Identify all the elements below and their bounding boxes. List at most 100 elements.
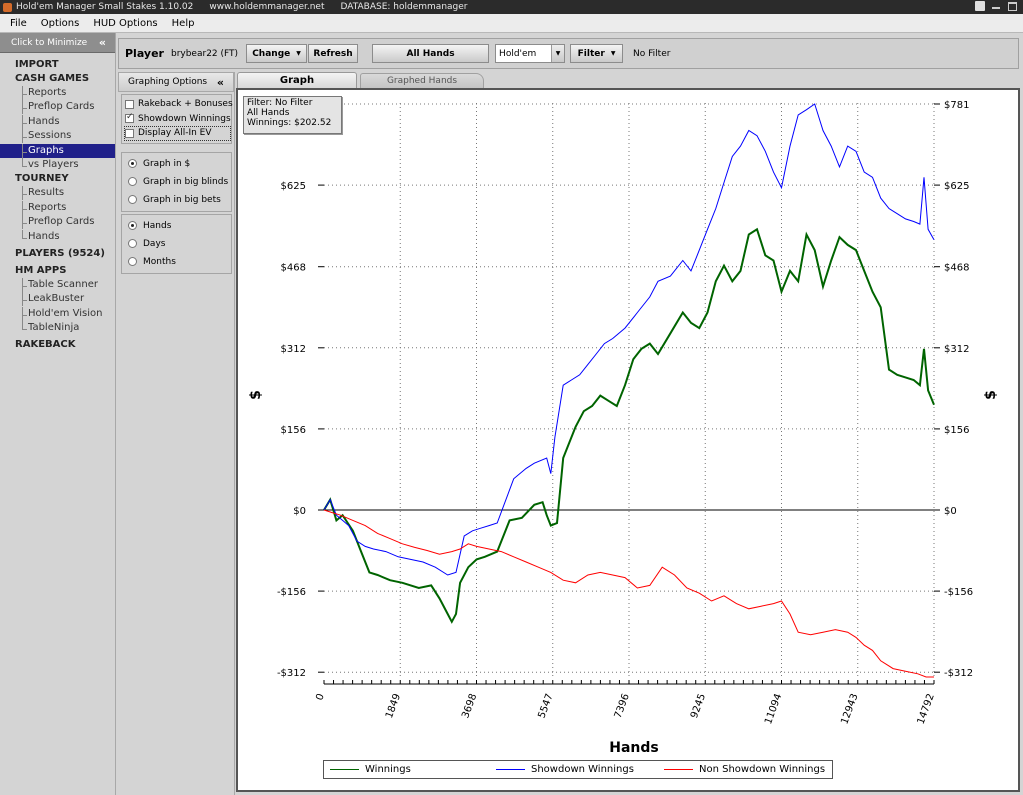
- x-hands-row[interactable]: Hands: [125, 217, 231, 235]
- showdown-checkbox[interactable]: [125, 112, 134, 124]
- sidebar-item-tourney-results[interactable]: Results: [0, 186, 115, 201]
- allin-ev-label: Display All-In EV: [138, 128, 212, 139]
- y-tick-label-left: $156: [281, 425, 306, 436]
- chevron-down-icon[interactable]: ▼: [551, 45, 565, 62]
- y-tick-label-left: $625: [281, 181, 306, 192]
- sidebar-players[interactable]: PLAYERS (9524): [0, 247, 115, 261]
- sidebar-item-tableninja[interactable]: TableNinja: [0, 321, 115, 335]
- menu-file[interactable]: File: [10, 18, 27, 29]
- menu-bar: File Options HUD Options Help: [0, 14, 1023, 33]
- y-tick-label-right: $781: [944, 100, 969, 111]
- tab-graphed-hands[interactable]: Graphed Hands: [360, 73, 484, 88]
- filter-button[interactable]: Filter ▼: [570, 44, 624, 63]
- maximize-icon[interactable]: [1008, 2, 1017, 11]
- double-chevron-left-icon[interactable]: «: [217, 76, 224, 89]
- menu-options[interactable]: Options: [41, 18, 80, 29]
- x-tick-label: 12943: [839, 692, 860, 726]
- rakeback-label: Rakeback + Bonuses: [138, 99, 233, 110]
- x-axis-label: Hands: [609, 740, 659, 756]
- graphing-options-header[interactable]: Graphing Options «: [118, 72, 234, 92]
- sidebar-item-cash-reports[interactable]: Reports: [0, 86, 115, 101]
- x-tick-label: 5547: [537, 692, 556, 720]
- x-months-row[interactable]: Months: [125, 253, 231, 271]
- sidebar-cash-games[interactable]: CASH GAMES: [0, 72, 115, 86]
- x-tick-label: 1849: [384, 692, 403, 720]
- sidebar-item-tourney-reports[interactable]: Reports: [0, 200, 115, 216]
- menu-help[interactable]: Help: [172, 18, 195, 29]
- sidebar: Click to Minimize « IMPORT CASH GAMES Re…: [0, 33, 116, 795]
- display-options-group: Rakeback + Bonuses Showdown Winnings Dis…: [121, 94, 233, 144]
- legend-swatch-showdown: [496, 769, 525, 770]
- sidebar-item-cash-preflop-cards[interactable]: Preflop Cards: [0, 100, 115, 115]
- game-type-select[interactable]: Hold'em ▼: [495, 44, 566, 63]
- click-to-minimize-button[interactable]: Click to Minimize «: [0, 33, 115, 53]
- sidebar-item-cash-hands[interactable]: Hands: [0, 114, 115, 130]
- double-chevron-left-icon: «: [98, 36, 106, 49]
- tab-graph[interactable]: Graph: [237, 72, 357, 88]
- graph-dollars-row[interactable]: Graph in $: [125, 155, 231, 173]
- x-days-label: Days: [143, 238, 166, 249]
- sidebar-hm-apps[interactable]: HM APPS: [0, 264, 115, 278]
- sidebar-item-cash-graphs[interactable]: Graphs: [0, 143, 115, 158]
- minimize-label: Click to Minimize: [11, 37, 88, 48]
- sidebar-item-tourney-preflop-cards[interactable]: Preflop Cards: [0, 215, 115, 230]
- refresh-button[interactable]: Refresh: [308, 44, 359, 63]
- legend-label-winnings: Winnings: [365, 764, 411, 775]
- legend-swatch-winnings: [330, 769, 359, 770]
- x-hands-radio[interactable]: [128, 221, 137, 230]
- change-label: Change: [252, 48, 291, 59]
- legend-item-non-showdown: Non Showdown Winnings: [664, 761, 825, 778]
- x-tick-label: 9245: [689, 692, 708, 720]
- allin-ev-checkbox[interactable]: [125, 128, 134, 138]
- y-tick-label-right: $156: [944, 425, 969, 436]
- minimize-icon[interactable]: [992, 1, 1001, 11]
- window-database: DATABASE: holdemmanager: [340, 2, 468, 12]
- legend-item-winnings: Winnings: [330, 761, 411, 778]
- sidebar-rakeback[interactable]: RAKEBACK: [0, 338, 115, 352]
- all-hands-button[interactable]: All Hands: [372, 44, 490, 63]
- y-tick-label-left: $468: [281, 263, 306, 274]
- player-toolbar: Player brybear22 (FT) Change ▼ Refresh A…: [118, 38, 1019, 69]
- rakeback-checkbox[interactable]: [125, 99, 134, 109]
- legend-label-showdown: Showdown Winnings: [531, 764, 634, 775]
- x-days-radio[interactable]: [128, 239, 137, 248]
- sidebar-item-cash-sessions[interactable]: Sessions: [0, 129, 115, 144]
- x-months-radio[interactable]: [128, 257, 137, 266]
- graph-dollars-radio[interactable]: [128, 159, 137, 168]
- rakeback-checkbox-row[interactable]: Rakeback + Bonuses: [125, 97, 233, 112]
- allin-ev-checkbox-row[interactable]: Display All-In EV: [124, 126, 231, 141]
- y-tick-label-left: $0: [293, 506, 306, 517]
- window-site: www.holdemmanager.net: [209, 2, 325, 12]
- graph-bets-radio[interactable]: [128, 195, 137, 204]
- y-tick-label-left: -$312: [277, 668, 306, 679]
- sidebar-item-leakbuster[interactable]: LeakBuster: [0, 292, 115, 307]
- showdown-checkbox-row[interactable]: Showdown Winnings: [125, 112, 231, 127]
- winnings-chart: -$312 -$312 -$156 -$156 $0 $0 $156 $156 $312 $312…: [248, 100, 999, 756]
- x-tick-label: 7396: [613, 692, 632, 720]
- sidebar-item-table-scanner[interactable]: Table Scanner: [0, 277, 115, 293]
- change-player-button[interactable]: Change ▼: [246, 44, 308, 63]
- x-tick-label: 11094: [763, 692, 784, 726]
- sidebar-import[interactable]: IMPORT: [0, 58, 115, 72]
- graph-bb-row[interactable]: Graph in big blinds: [125, 173, 231, 191]
- sidebar-item-holdem-vision[interactable]: Hold'em Vision: [0, 306, 115, 322]
- settings-icon[interactable]: [975, 1, 985, 11]
- legend-swatch-non-showdown: [664, 769, 693, 770]
- x-axis-group: Hands Days Months: [121, 213, 232, 274]
- sidebar-item-tourney-hands[interactable]: Hands: [0, 229, 115, 244]
- graph-bb-radio[interactable]: [128, 177, 137, 186]
- title-bar: Hold'em Manager Small Stakes 1.10.02 www…: [0, 0, 1023, 14]
- info-filter: Filter: No Filter: [247, 98, 313, 108]
- sidebar-tourney[interactable]: TOURNEY: [0, 172, 115, 186]
- sidebar-item-cash-vs-players[interactable]: vs Players: [0, 157, 115, 172]
- filter-label: Filter: [577, 48, 605, 59]
- x-hands-label: Hands: [143, 220, 172, 231]
- graphing-options-title: Graphing Options: [128, 77, 208, 87]
- graph-bets-row[interactable]: Graph in big bets: [125, 191, 231, 209]
- window-title: Hold'em Manager Small Stakes 1.10.02: [16, 2, 194, 12]
- info-hands: All Hands: [247, 108, 290, 118]
- dropdown-arrow-icon: ▼: [296, 50, 301, 57]
- menu-hud-options[interactable]: HUD Options: [93, 18, 157, 29]
- x-days-row[interactable]: Days: [125, 235, 231, 253]
- x-tick-label: 3698: [460, 692, 479, 720]
